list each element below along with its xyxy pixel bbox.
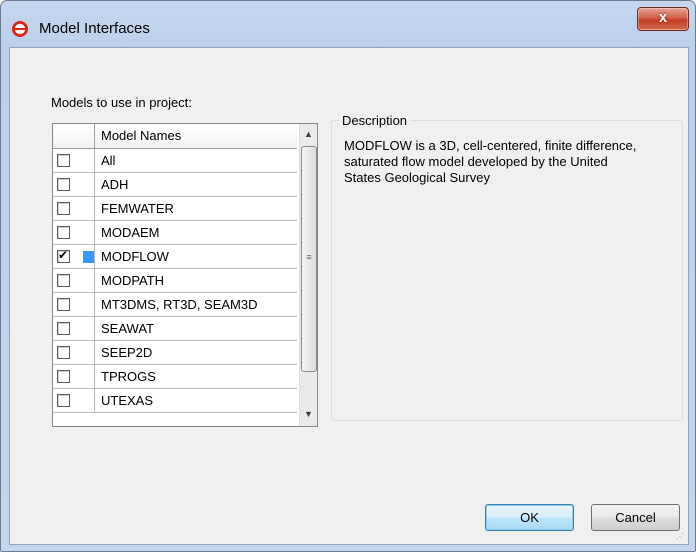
grid-rows: All ADH FEMWATER MODAEM MODFLOW MODPATH MT3DMS… bbox=[53, 149, 297, 413]
scroll-thumb[interactable]: ≡ bbox=[301, 146, 317, 372]
model-checkbox[interactable] bbox=[57, 370, 70, 383]
vertical-scrollbar[interactable]: ▲ ≡ ▼ bbox=[299, 124, 317, 426]
model-name: MODAEM bbox=[101, 225, 160, 240]
table-row[interactable]: All bbox=[53, 149, 297, 173]
scroll-down-arrow-icon[interactable]: ▼ bbox=[300, 406, 317, 423]
model-checkbox[interactable] bbox=[57, 274, 70, 287]
table-row[interactable]: MT3DMS, RT3D, SEAM3D bbox=[53, 293, 297, 317]
model-checkbox[interactable] bbox=[57, 322, 70, 335]
checkbox-cell[interactable] bbox=[53, 221, 95, 244]
model-checkbox[interactable] bbox=[57, 394, 70, 407]
model-checkbox[interactable] bbox=[57, 154, 70, 167]
dialog-body: Models to use in project: Model Names Al… bbox=[9, 47, 689, 545]
model-checkbox[interactable] bbox=[57, 298, 70, 311]
selection-highlight bbox=[83, 251, 94, 263]
title-bar[interactable]: Model Interfaces x bbox=[1, 1, 695, 47]
model-name: SEAWAT bbox=[101, 321, 154, 336]
cancel-button[interactable]: Cancel bbox=[591, 504, 680, 531]
header-checkbox-column[interactable] bbox=[53, 124, 95, 148]
close-icon: x bbox=[658, 9, 668, 26]
table-row[interactable]: FEMWATER bbox=[53, 197, 297, 221]
description-text: MODFLOW is a 3D, cell-centered, finite d… bbox=[344, 138, 637, 185]
model-name: UTEXAS bbox=[101, 393, 154, 408]
model-name: MODPATH bbox=[101, 273, 165, 288]
table-row[interactable]: TPROGS bbox=[53, 365, 297, 389]
checkbox-cell[interactable] bbox=[53, 293, 95, 316]
grip-icon: ≡ bbox=[306, 252, 312, 262]
model-checkbox[interactable] bbox=[57, 178, 70, 191]
model-name: FEMWATER bbox=[101, 201, 174, 216]
close-button[interactable]: x bbox=[637, 7, 689, 31]
table-row[interactable]: MODAEM bbox=[53, 221, 297, 245]
dialog-window: Model Interfaces x Models to use in proj… bbox=[0, 0, 696, 552]
model-name: MODFLOW bbox=[101, 249, 169, 264]
table-row[interactable]: ADH bbox=[53, 173, 297, 197]
description-legend: Description bbox=[339, 113, 411, 128]
model-checkbox[interactable] bbox=[57, 346, 70, 359]
models-label: Models to use in project: bbox=[51, 95, 192, 110]
app-logo-icon bbox=[12, 21, 28, 37]
table-row[interactable]: UTEXAS bbox=[53, 389, 297, 413]
model-checkbox[interactable] bbox=[57, 202, 70, 215]
model-checkbox[interactable] bbox=[57, 248, 70, 263]
description-group: Description MODFLOW is a 3D, cell-center… bbox=[331, 113, 683, 421]
checkbox-cell[interactable] bbox=[53, 245, 95, 268]
table-row[interactable]: MODFLOW bbox=[53, 245, 297, 269]
table-row[interactable]: MODPATH bbox=[53, 269, 297, 293]
window-title: Model Interfaces bbox=[39, 20, 150, 37]
table-row[interactable]: SEEP2D bbox=[53, 341, 297, 365]
checkbox-cell[interactable] bbox=[53, 389, 95, 412]
checkbox-cell[interactable] bbox=[53, 269, 95, 292]
model-name: TPROGS bbox=[101, 369, 156, 384]
model-name: SEEP2D bbox=[101, 345, 153, 360]
model-name: ADH bbox=[101, 177, 129, 192]
table-row[interactable]: SEAWAT bbox=[53, 317, 297, 341]
checkbox-cell[interactable] bbox=[53, 149, 95, 172]
scroll-up-arrow-icon[interactable]: ▲ bbox=[300, 126, 317, 143]
model-grid[interactable]: Model Names All ADH FEMWATER MODAEM MODFLOW M… bbox=[52, 123, 318, 427]
checkbox-cell[interactable] bbox=[53, 365, 95, 388]
model-name: All bbox=[101, 153, 116, 168]
column-header-model-names[interactable]: Model Names bbox=[101, 128, 181, 143]
model-checkbox[interactable] bbox=[57, 226, 70, 239]
resize-grip-icon[interactable]: ⋰ bbox=[676, 532, 686, 542]
checkbox-cell[interactable] bbox=[53, 197, 95, 220]
ok-button[interactable]: OK bbox=[485, 504, 574, 531]
checkbox-cell[interactable] bbox=[53, 341, 95, 364]
checkbox-cell[interactable] bbox=[53, 173, 95, 196]
checkbox-cell[interactable] bbox=[53, 317, 95, 340]
grid-header: Model Names bbox=[53, 124, 297, 149]
model-name: MT3DMS, RT3D, SEAM3D bbox=[101, 297, 258, 312]
